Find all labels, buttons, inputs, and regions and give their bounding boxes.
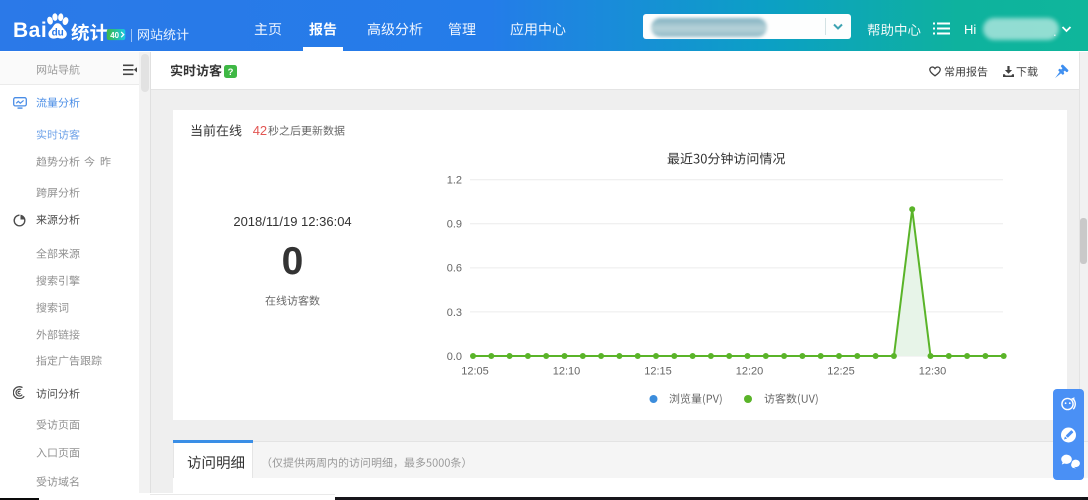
svg-text:40: 40	[110, 31, 119, 40]
svg-text:12:05: 12:05	[461, 366, 489, 378]
svg-text:0.9: 0.9	[447, 219, 462, 231]
svg-text:?: ?	[228, 67, 234, 78]
svg-text:0.0: 0.0	[447, 351, 462, 363]
svg-text:0.6: 0.6	[447, 263, 462, 275]
svg-text:1.2: 1.2	[447, 175, 462, 187]
svg-text:12:10: 12:10	[553, 366, 581, 378]
svg-text:du: du	[52, 27, 64, 38]
svg-text:12:30: 12:30	[919, 366, 947, 378]
svg-text:0.3: 0.3	[447, 307, 462, 319]
svg-text:12:25: 12:25	[827, 366, 855, 378]
svg-text:12:20: 12:20	[736, 366, 764, 378]
svg-text:12:15: 12:15	[644, 366, 672, 378]
